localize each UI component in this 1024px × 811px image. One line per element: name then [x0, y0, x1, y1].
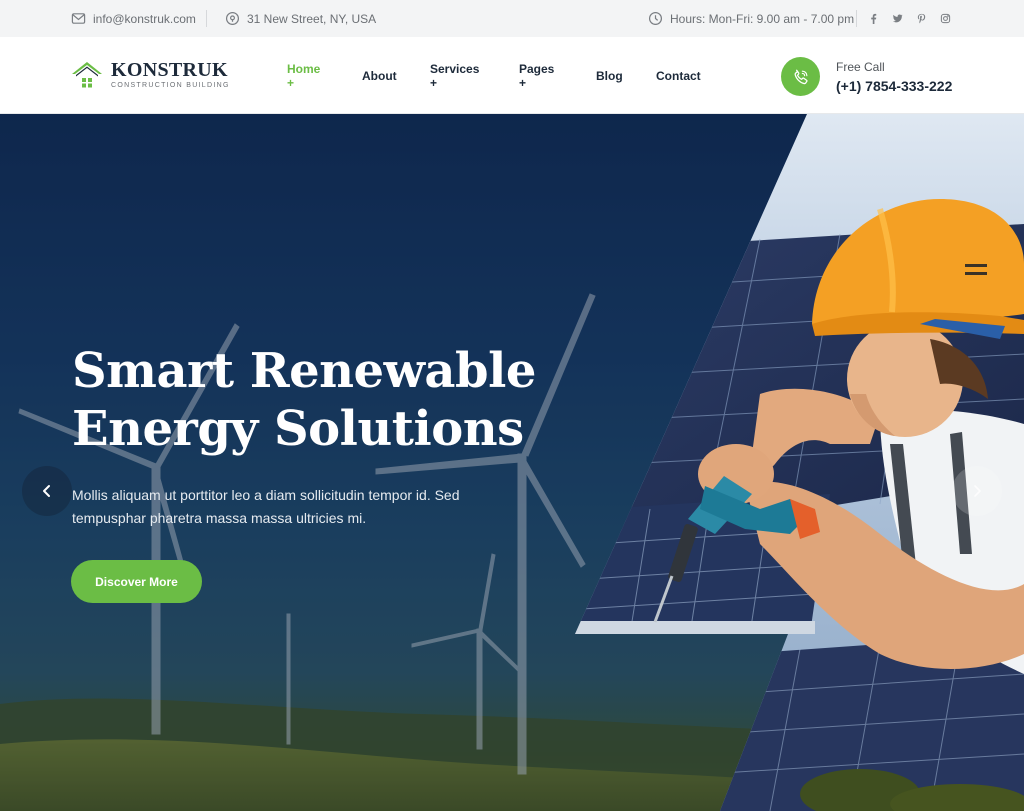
call-button[interactable]	[781, 57, 820, 96]
slider-prev-button[interactable]	[22, 466, 72, 516]
nav-item-pages[interactable]: Pages +	[519, 37, 554, 114]
brand-name: KONSTRUK	[111, 58, 228, 81]
call-number[interactable]: (+1) 7854-333-222	[836, 78, 952, 94]
hero-title-line: Smart Renewable	[72, 343, 536, 399]
free-call: Free Call (+1) 7854-333-222	[781, 57, 952, 96]
topbar-divider	[206, 10, 207, 27]
main-header: KONSTRUK CONSTRUCTION BUILDING Home + Ab…	[0, 37, 1024, 114]
social-links	[867, 0, 951, 37]
hero-subtitle: Mollis aliquam ut porttitor leo a diam s…	[72, 484, 492, 530]
brand-logo[interactable]: KONSTRUK CONSTRUCTION BUILDING	[71, 58, 230, 90]
clock-icon	[648, 11, 663, 26]
hero-title-line: Energy Solutions	[72, 401, 524, 457]
hours-info: Hours: Mon-Fri: 9.00 am - 7.00 pm	[648, 0, 854, 37]
topbar-divider	[856, 10, 857, 27]
nav-item-services[interactable]: Services +	[430, 37, 479, 114]
chevron-right-icon	[974, 485, 981, 497]
discover-more-button[interactable]: Discover More	[71, 560, 202, 603]
facebook-icon[interactable]	[867, 13, 879, 25]
house-logo-icon	[72, 62, 102, 88]
address-contact: 31 New Street, NY, USA	[225, 0, 376, 37]
top-info-bar: info@konstruk.com 31 New Street, NY, USA…	[0, 0, 1024, 37]
email-text[interactable]: info@konstruk.com	[93, 12, 196, 26]
hero-subtitle-line: tempusphar pharetra massa massa ultricie…	[72, 510, 367, 526]
twitter-icon[interactable]	[891, 13, 903, 25]
hero-subtitle-line: Mollis aliquam ut porttitor leo a diam s…	[72, 487, 460, 503]
nav-item-contact[interactable]: Contact	[656, 37, 701, 114]
hero-background-scene	[0, 114, 1024, 811]
hours-text: Hours: Mon-Fri: 9.00 am - 7.00 pm	[670, 11, 855, 26]
chevron-left-icon	[43, 485, 50, 497]
brand-tagline: CONSTRUCTION BUILDING	[111, 81, 230, 89]
hero-title: Smart Renewable Energy Solutions	[72, 342, 592, 458]
mail-icon	[71, 11, 86, 26]
address-text: 31 New Street, NY, USA	[247, 11, 377, 26]
instagram-icon[interactable]	[939, 13, 951, 25]
phone-icon	[794, 69, 808, 84]
location-pin-icon	[225, 11, 240, 26]
nav-item-about[interactable]: About	[362, 37, 397, 114]
email-contact[interactable]: info@konstruk.com	[71, 0, 196, 37]
call-label: Free Call	[836, 59, 885, 74]
nav-item-blog[interactable]: Blog	[596, 37, 623, 114]
nav-item-home[interactable]: Home +	[287, 37, 320, 114]
pinterest-icon[interactable]	[915, 13, 927, 25]
hero-slider: Smart Renewable Energy Solutions Mollis …	[0, 114, 1024, 811]
slider-next-button[interactable]	[952, 466, 1002, 516]
